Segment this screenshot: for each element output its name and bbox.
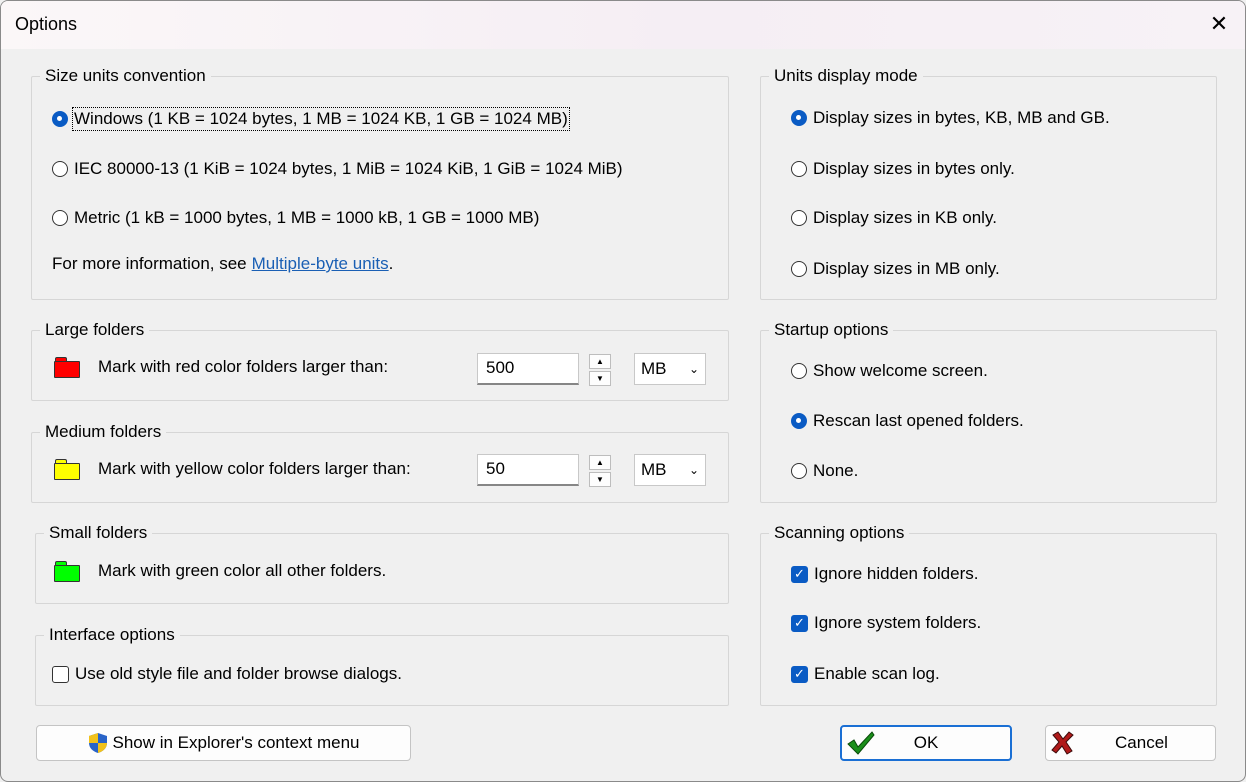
medium-folders-row: Mark with yellow color folders larger th… [54,459,411,480]
options-dialog: Options ✕ Size units convention Windows … [0,0,1246,782]
radio-windows-units[interactable]: Windows (1 KB = 1024 bytes, 1 MB = 1024 … [52,107,570,131]
ok-button-label: OK [913,733,939,752]
ignore-hidden-checkbox[interactable]: ✓ Ignore hidden folders. [791,564,978,584]
radio-display-mb[interactable]: Display sizes in MB only. [791,259,1000,279]
size-units-group: Size units convention Windows (1 KB = 10… [31,66,729,300]
dialog-title: Options [15,14,78,34]
small-folders-label: Mark with green color all other folders. [98,561,387,580]
large-folders-group: Large folders Mark with red color folder… [31,320,729,401]
radio-button[interactable] [52,210,68,226]
large-folders-unit-value: MB [641,359,667,378]
explorer-context-menu-button[interactable]: Show in Explorer's context menu [36,725,411,761]
radio-metric-label: Metric (1 kB = 1000 bytes, 1 MB = 1000 k… [74,208,540,227]
close-icon: ✕ [1209,11,1229,36]
radio-welcome-screen[interactable]: Show welcome screen. [791,361,988,381]
radio-display-kb-label: Display sizes in KB only. [813,208,997,227]
cancel-button-label: Cancel [1115,733,1168,752]
medium-folders-label: Mark with yellow color folders larger th… [98,459,411,478]
radio-iec-units[interactable]: IEC 80000-13 (1 KiB = 1024 bytes, 1 MiB … [52,159,623,179]
scanning-options-group: Scanning options ✓ Ignore hidden folders… [760,523,1217,706]
radio-button-checked[interactable] [791,110,807,126]
more-info-text: For more information, see [52,254,247,273]
yellow-folder-icon [54,459,80,480]
title-bar[interactable]: Options ✕ [1,1,1245,49]
small-folders-row: Mark with green color all other folders. [54,561,387,582]
interface-options-title: Interface options [44,625,180,645]
ignore-system-label: Ignore system folders. [814,613,982,632]
radio-button[interactable] [791,161,807,177]
old-dialogs-label: Use old style file and folder browse dia… [75,664,402,683]
radio-welcome-label: Show welcome screen. [813,361,988,380]
spin-down-icon[interactable]: ▼ [589,371,611,386]
green-folder-icon [54,561,80,582]
medium-folders-title: Medium folders [40,422,167,442]
small-folders-group: Small folders Mark with green color all … [35,523,729,604]
ignore-hidden-label: Ignore hidden folders. [814,564,979,583]
radio-button-checked[interactable] [52,111,68,127]
red-folder-icon [54,357,80,378]
radio-button[interactable] [791,463,807,479]
radio-metric-units[interactable]: Metric (1 kB = 1000 bytes, 1 MB = 1000 k… [52,208,539,228]
large-folders-row: Mark with red color folders larger than: [54,357,389,378]
medium-folders-spinner[interactable]: ▲ ▼ [589,455,611,487]
size-units-title: Size units convention [40,66,211,86]
radio-button[interactable] [791,210,807,226]
radio-display-mb-label: Display sizes in MB only. [813,259,1000,278]
radio-display-all[interactable]: Display sizes in bytes, KB, MB and GB. [791,108,1110,128]
scan-log-label: Enable scan log. [814,664,940,683]
radio-button[interactable] [52,161,68,177]
radio-display-bytes-label: Display sizes in bytes only. [813,159,1015,178]
large-folders-spinner[interactable]: ▲ ▼ [589,354,611,386]
startup-options-title: Startup options [769,320,894,340]
large-folders-unit-select[interactable]: MB ⌄ [634,353,706,385]
radio-rescan-label: Rescan last opened folders. [813,411,1024,430]
radio-rescan-folders[interactable]: Rescan last opened folders. [791,411,1024,431]
checkmark-icon[interactable]: ✓ [791,665,808,683]
checkmark-icon[interactable]: ✓ [791,565,808,583]
spin-down-icon[interactable]: ▼ [589,472,611,487]
radio-startup-none[interactable]: None. [791,461,858,481]
radio-iec-label: IEC 80000-13 (1 KiB = 1024 bytes, 1 MiB … [74,159,623,178]
multiple-byte-units-link[interactable]: Multiple-byte units [252,254,389,274]
large-folders-title: Large folders [40,320,150,340]
small-folders-title: Small folders [44,523,153,543]
cancel-button[interactable]: Cancel [1045,725,1216,761]
scan-log-checkbox[interactable]: ✓ Enable scan log. [791,664,940,684]
large-folders-label: Mark with red color folders larger than: [98,357,389,376]
more-info-line: For more information, see Multiple-byte … [52,254,393,274]
checkbox[interactable] [52,665,69,683]
radio-none-label: None. [813,461,859,480]
ok-button[interactable]: OK [840,725,1012,761]
radio-display-kb[interactable]: Display sizes in KB only. [791,208,997,228]
ignore-system-checkbox[interactable]: ✓ Ignore system folders. [791,613,981,633]
radio-display-all-label: Display sizes in bytes, KB, MB and GB. [813,108,1110,127]
spin-up-icon[interactable]: ▲ [589,455,611,470]
medium-folders-size-input[interactable]: 50 [477,454,579,486]
medium-folders-group: Medium folders Mark with yellow color fo… [31,422,729,503]
explorer-button-label: Show in Explorer's context menu [112,733,360,752]
radio-button[interactable] [791,363,807,379]
medium-folders-unit-select[interactable]: MB ⌄ [634,454,706,486]
scanning-options-title: Scanning options [769,523,910,543]
units-display-title: Units display mode [769,66,923,86]
startup-options-group: Startup options Show welcome screen. Res… [760,320,1217,503]
close-button[interactable]: ✕ [1201,7,1237,41]
chevron-down-icon: ⌄ [688,463,699,477]
medium-folders-unit-value: MB [641,460,667,479]
radio-display-bytes[interactable]: Display sizes in bytes only. [791,159,1015,179]
radio-button[interactable] [791,261,807,277]
more-info-period: . [388,254,394,273]
radio-windows-label: Windows (1 KB = 1024 bytes, 1 MB = 1024 … [72,107,570,131]
chevron-down-icon: ⌄ [688,362,699,376]
old-dialogs-checkbox[interactable]: Use old style file and folder browse dia… [52,664,402,684]
large-folders-size-input[interactable]: 500 [477,353,579,385]
checkmark-icon[interactable]: ✓ [791,614,808,632]
radio-button-checked[interactable] [791,413,807,429]
interface-options-group: Interface options Use old style file and… [35,625,729,706]
units-display-group: Units display mode Display sizes in byte… [760,66,1217,300]
uac-shield-icon [89,733,108,753]
spin-up-icon[interactable]: ▲ [589,354,611,369]
